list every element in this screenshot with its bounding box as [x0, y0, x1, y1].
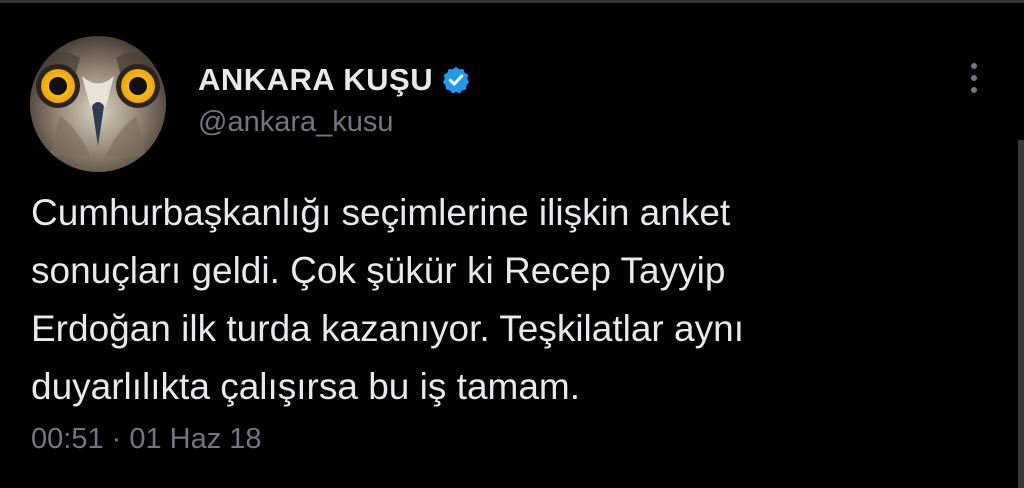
display-name-row: ANKARA KUŞU [198, 60, 471, 100]
tweet-timestamp[interactable]: 00:51 · 01 Haz 18 [31, 423, 262, 456]
owl-face-avatar-icon [30, 36, 166, 172]
scrollbar[interactable] [1018, 140, 1024, 488]
top-divider [0, 0, 1024, 3]
more-vertical-icon[interactable] [964, 58, 984, 98]
user-handle[interactable]: @ankara_kusu [198, 106, 471, 139]
avatar[interactable] [30, 36, 166, 172]
verified-badge-icon[interactable] [441, 65, 471, 95]
tweet-text: Cumhurbaşkanlığı seçimlerine ilişkin ank… [31, 192, 744, 407]
tweet-header: ANKARA KUŞU @ankara_kusu [30, 36, 1000, 176]
author-info: ANKARA KUŞU @ankara_kusu [198, 60, 471, 139]
display-name[interactable]: ANKARA KUŞU [198, 62, 433, 98]
